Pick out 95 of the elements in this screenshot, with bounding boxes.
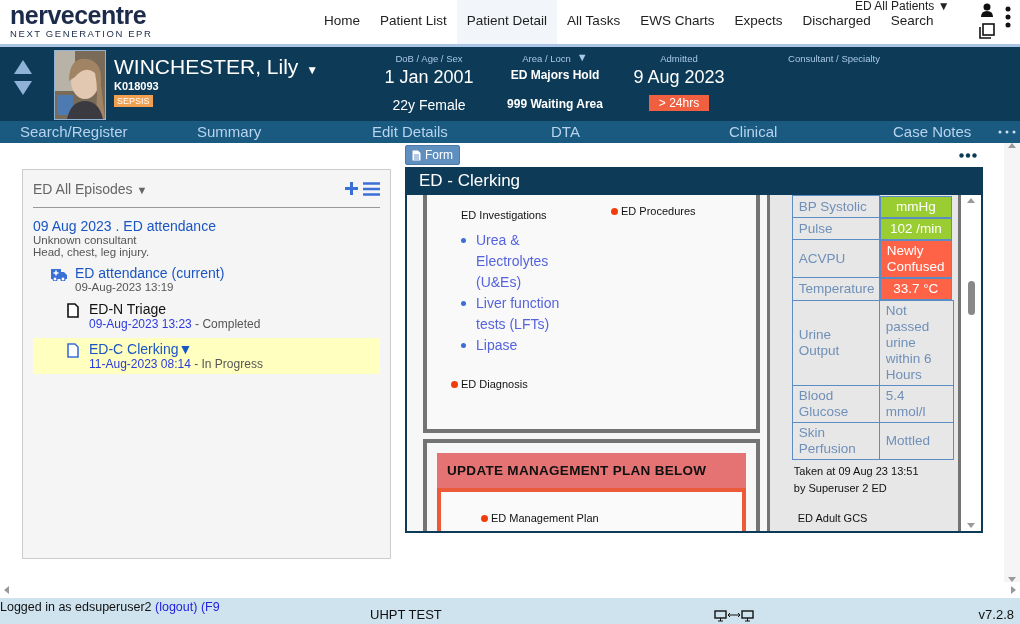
nav-tab[interactable]: Home <box>314 13 370 44</box>
field-label: Admitted <box>660 53 698 64</box>
document-icon <box>412 149 421 161</box>
vital-label: BP Systolic <box>792 195 880 218</box>
age-sex-value: 22y Female <box>392 97 466 113</box>
form-item[interactable]: ED-C Clerking▼ 11-Aug-2023 08:14 - In Progress <box>33 338 380 374</box>
document-icon <box>67 303 79 318</box>
admitted-value: 9 Aug 2023 <box>633 67 725 88</box>
episodes-filter[interactable]: ED All Episodes ▼ <box>33 180 340 197</box>
dob-value: 1 Jan 2001 <box>384 67 474 88</box>
required-dot-icon <box>481 514 488 522</box>
nav-tab[interactable]: Discharged <box>792 13 881 44</box>
patient-tab[interactable]: DTA <box>486 121 648 143</box>
screens-icon[interactable] <box>714 610 754 622</box>
stay-badge: > 24hrs <box>648 95 710 111</box>
bullet-icon <box>461 238 466 243</box>
environment-label: UHPT TEST <box>370 606 443 622</box>
required-dot-icon <box>451 380 458 388</box>
location-value: 999 Waiting Area <box>507 97 603 111</box>
section-heading: ED Procedures <box>621 205 696 217</box>
vital-label: Urine Output <box>792 300 880 385</box>
scrollbar[interactable] <box>961 195 981 531</box>
login-text: Logged in as edsuperuser2 <box>0 600 152 614</box>
field-label: Area / Locn <box>522 53 571 64</box>
patient-menu-caret[interactable]: ▼ <box>306 62 319 77</box>
required-dot-icon <box>611 207 618 215</box>
scroll-up-icon[interactable] <box>967 198 976 203</box>
patient-tab[interactable]: Clinical <box>648 121 810 143</box>
field-label: DoB / Age / Sex <box>395 53 463 64</box>
next-patient-icon[interactable] <box>14 81 32 95</box>
vitals-taken: Taken at 09 Aug 23 13:51 <box>793 464 920 477</box>
section-heading: ED Adult GCS <box>797 511 869 524</box>
section-heading: ED Diagnosis <box>461 378 528 390</box>
scroll-left-icon[interactable] <box>4 586 9 594</box>
add-icon[interactable] <box>345 182 358 195</box>
vital-value: mmHg <box>879 195 952 218</box>
episode-consultant: Unknown consultant <box>33 234 138 246</box>
vital-label: Temperature <box>792 277 880 300</box>
more-icon[interactable] <box>959 152 977 158</box>
vital-label: Blood Glucose <box>792 385 880 422</box>
nav-tab[interactable]: Patient List <box>370 13 457 44</box>
scroll-down-icon[interactable] <box>967 523 976 528</box>
section-heading: ED Management Plan <box>491 512 599 524</box>
attendance-link[interactable]: ED attendance (current) <box>75 265 225 281</box>
episode-link[interactable]: 09 Aug 2023 . ED attendance <box>33 218 380 234</box>
section-heading: ED Investigations <box>461 209 547 221</box>
nav-tab[interactable]: EWS Charts <box>630 13 725 44</box>
patient-tab[interactable]: Summary <box>162 121 324 143</box>
plan-banner: UPDATE MANAGEMENT PLAN BELOW <box>437 453 746 488</box>
vital-label: ACVPU <box>792 239 880 278</box>
version-label: v7.2.8 <box>978 606 1015 622</box>
windows-icon[interactable] <box>979 23 995 39</box>
menu-icon[interactable] <box>363 181 380 196</box>
investigation-link[interactable]: Liver function tests (LFTs) <box>476 293 576 335</box>
more-icon[interactable] <box>1005 6 1011 28</box>
scroll-thumb[interactable] <box>967 281 975 315</box>
patient-tab[interactable]: Case Notes <box>810 121 972 143</box>
user-icon[interactable] <box>981 3 993 17</box>
form-item[interactable]: ED-N Triage 09-Aug-2023 13:23 - Completed <box>33 298 380 334</box>
lock-link[interactable]: (F9 <box>200 600 220 614</box>
nav-tab[interactable]: Patient Detail <box>456 0 558 44</box>
scroll-right-icon[interactable] <box>1011 586 1016 594</box>
nav-tab[interactable]: All Tasks <box>557 13 631 44</box>
field-label: Consultant / Specialty <box>788 53 880 64</box>
ward-filter[interactable]: ED All Patients ▼ <box>855 0 950 13</box>
nav-tab[interactable]: Search <box>880 13 944 44</box>
ambulance-icon <box>51 269 67 281</box>
logo: nervecentre <box>10 2 148 28</box>
sepsis-badge: SEPSIS <box>114 95 153 107</box>
vital-label: Skin Perfusion <box>792 422 880 459</box>
tagline: NEXT GENERATION EPR <box>10 28 154 39</box>
attendance-time: 09-Aug-2023 13:19 <box>75 281 175 293</box>
investigation-link[interactable]: Urea & Electrolytes (U&Es) <box>476 230 576 293</box>
logout-link[interactable]: (logout) <box>155 600 198 614</box>
area-caret[interactable]: ▼ <box>576 51 588 64</box>
patient-id: K018093 <box>114 80 159 92</box>
scrollbar[interactable] <box>1004 143 1020 582</box>
nav-tab[interactable]: Expects <box>724 13 793 44</box>
investigation-link[interactable]: Lipase <box>476 335 576 356</box>
patient-tab[interactable]: Edit Details <box>324 121 486 143</box>
bullet-icon <box>461 301 466 306</box>
vital-value: 5.4 mmol/l <box>879 385 954 422</box>
patient-tab[interactable]: Search/Register <box>0 121 162 143</box>
vital-label: Pulse <box>792 217 880 240</box>
vitals-by: by Superuser 2 ED <box>793 481 888 494</box>
vital-value: Newly Confused <box>879 239 952 278</box>
vital-value: Mottled <box>879 422 954 459</box>
bullet-icon <box>461 343 466 348</box>
area-value: ED Majors Hold <box>510 68 600 82</box>
patient-name: WINCHESTER, Lily <box>114 55 299 79</box>
previous-patient-icon[interactable] <box>14 60 32 74</box>
vital-value: Not passed urine within 6 Hours <box>879 300 954 385</box>
episode-complaint: Head, chest, leg injury. <box>33 246 151 258</box>
document-icon <box>67 343 79 358</box>
form-title: ED - Clerking <box>418 170 522 192</box>
